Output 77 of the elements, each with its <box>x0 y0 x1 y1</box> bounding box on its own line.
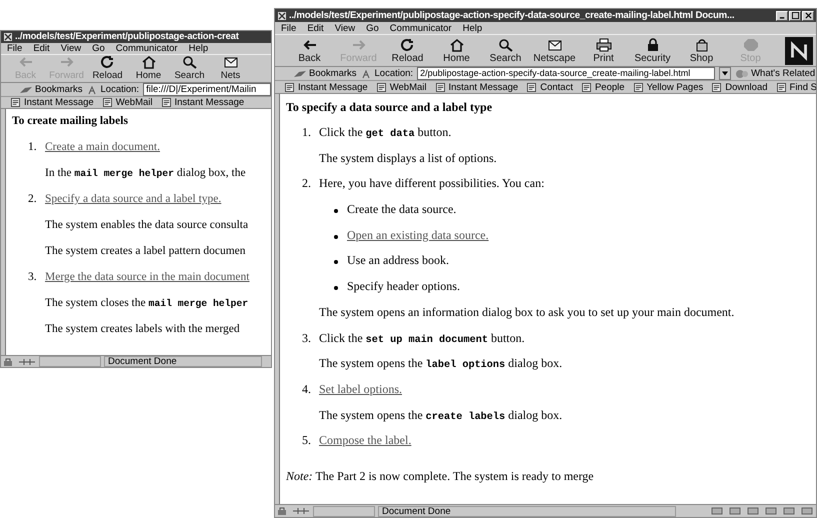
location-field[interactable]: 2/publipostage-action-specify-data-source_create-mailing-label.html <box>417 67 716 80</box>
location-label: Location: <box>100 84 140 95</box>
menu-item[interactable]: Communicator <box>116 42 178 54</box>
step-description: The system creates a label pattern documen <box>45 245 246 257</box>
page-heading: To create mailing labels <box>12 115 129 129</box>
step-link[interactable]: Specify a data source and a label type. <box>45 193 222 205</box>
option-text: Specify header options. <box>347 279 460 294</box>
page-heading: To specify a data source and a label type <box>286 100 494 116</box>
personal-toolbar-button[interactable]: WebMail <box>102 97 152 108</box>
personal-toolbar-button[interactable]: Contact <box>527 82 573 92</box>
personal-toolbar-button[interactable]: Instant Message <box>11 97 94 108</box>
step-description: The system opens an information dialog box to ask you to set up your main document. <box>319 304 734 320</box>
step-description: The system opens the label options dialog box. <box>319 356 562 372</box>
step-description: In the mail merge helper dialog box, the <box>45 167 246 179</box>
location-field[interactable]: file:///D|/Experiment/Mailin <box>143 83 271 96</box>
personal-toolbar-button[interactable]: WebMail <box>376 82 426 92</box>
toolbar-button[interactable]: Netscape <box>530 38 579 64</box>
menu-item[interactable]: File <box>281 22 296 34</box>
toolbar-button[interactable]: Nets <box>210 55 251 82</box>
step-link[interactable]: Merge the data source in the main document <box>45 271 250 283</box>
step-number: 3. <box>28 271 38 283</box>
toolbar-button[interactable]: Search <box>169 55 210 82</box>
option-link[interactable]: Open an existing data source. <box>347 228 489 243</box>
step-number: 3. <box>302 330 312 346</box>
step-link[interactable]: Create a main document. <box>45 141 160 153</box>
toolbar-button[interactable]: Back <box>285 38 334 64</box>
toolbar-button[interactable]: Print <box>579 38 628 64</box>
toolbar-button[interactable]: Reload <box>383 38 432 64</box>
step-number: 5. <box>302 433 312 448</box>
step-number: 2. <box>28 193 38 205</box>
step-description: The system closes the mail merge helper <box>45 297 248 309</box>
toolbar-button[interactable]: Home <box>128 55 169 82</box>
location-label: Location: <box>374 68 414 79</box>
whats-related-button[interactable]: What's Related <box>735 68 816 79</box>
personal-toolbar-button[interactable]: Download <box>712 82 768 92</box>
menu-item[interactable]: Edit <box>33 42 50 54</box>
status-text: Document Done <box>104 356 262 367</box>
menu-item[interactable]: View <box>60 42 82 54</box>
step-number: 4. <box>302 382 312 397</box>
personal-toolbar-button[interactable]: People <box>582 82 625 92</box>
step-number: 1. <box>302 125 312 140</box>
window-title: ../models/test/Experiment/publipostage-action-specify-data-source_create-mailing-label.html Docum... <box>289 10 736 21</box>
step-number: 2. <box>302 176 312 192</box>
menu-item[interactable]: Help <box>462 22 482 34</box>
option-text: Use an address book. <box>347 253 449 268</box>
step-text: Here, you have different possibilities. You can: <box>319 176 544 192</box>
menu-item[interactable]: View <box>334 22 356 34</box>
personal-toolbar-button[interactable]: Instant Message <box>436 82 518 92</box>
toolbar-button[interactable]: Home <box>432 38 481 64</box>
step-description: The system opens the create labels dialog box. <box>319 408 562 423</box>
step-description: The system creates labels with the merged <box>45 323 240 335</box>
toolbar-button[interactable]: Reload <box>87 55 128 82</box>
option-text: Create the data source. <box>347 202 456 218</box>
menu-item[interactable]: Go <box>92 42 105 54</box>
menu-item[interactable]: Go <box>366 22 379 34</box>
step-text: Click the set up main document button. <box>319 330 525 346</box>
personal-toolbar-button[interactable]: Instant Message <box>162 97 244 108</box>
step-link[interactable]: Set label options. <box>319 382 402 397</box>
menu-item[interactable]: Help <box>188 42 208 54</box>
status-text: Document Done <box>378 506 676 516</box>
step-description: The system displays a list of options. <box>319 150 497 166</box>
menu-item[interactable]: File <box>7 42 22 54</box>
toolbar-button[interactable]: Security <box>628 38 677 64</box>
step-text: Click the get data button. <box>319 125 452 140</box>
window-title: ../models/test/Experiment/publipostage-action-creat <box>15 31 240 42</box>
bookmarks-button[interactable]: Bookmarks <box>19 84 83 95</box>
menu-item[interactable]: Edit <box>307 22 324 34</box>
personal-toolbar-button[interactable]: Instant Message <box>285 82 368 92</box>
step-description: The system enables the data source consulta <box>45 219 248 231</box>
toolbar-button[interactable]: Search <box>481 38 530 64</box>
note-text: Note: The Part 2 is now complete. The system is ready to merge <box>286 468 594 484</box>
toolbar-button[interactable]: Shop <box>677 38 726 64</box>
personal-toolbar-button[interactable]: Yellow Pages <box>634 82 704 92</box>
bookmarks-button[interactable]: Bookmarks <box>293 68 357 79</box>
step-link[interactable]: Compose the label. <box>319 433 412 448</box>
step-number: 1. <box>28 141 38 153</box>
menu-item[interactable]: Communicator <box>390 22 452 34</box>
